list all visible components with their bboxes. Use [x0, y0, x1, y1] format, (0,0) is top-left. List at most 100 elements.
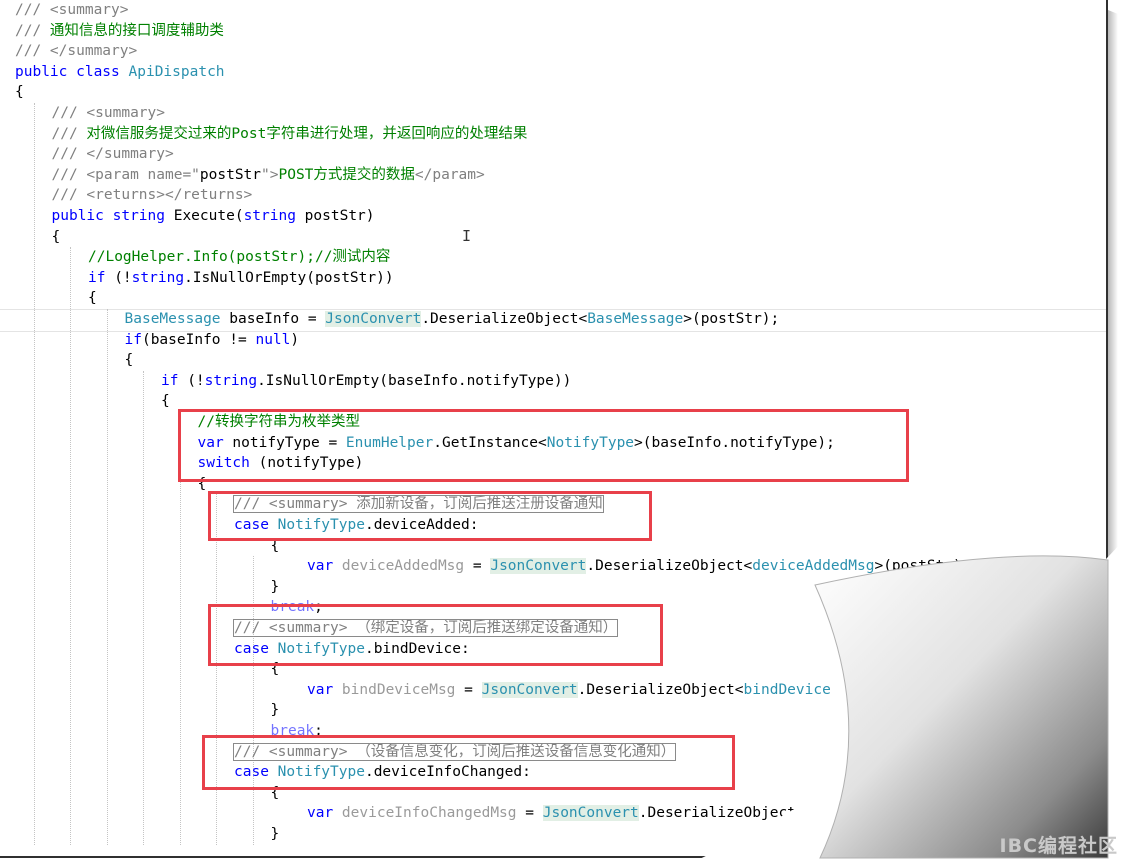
watermark: IBC编程社区	[999, 835, 1118, 857]
annotation-box-bind-device	[208, 604, 663, 666]
code-token: /// <param name="	[51, 166, 200, 183]
code-token: .DeserializeObject<	[586, 558, 753, 575]
code-token: (baseInfo !=	[141, 331, 256, 348]
code-token: }	[270, 702, 280, 719]
code-token: (!	[114, 269, 132, 286]
code-line: /// </summary>	[52, 144, 174, 165]
code-token: string	[131, 269, 185, 286]
annotation-box-device-added	[208, 491, 652, 541]
code-token: if	[88, 269, 115, 286]
code-token: .DeserializeObject<	[421, 311, 588, 327]
code-token: var	[307, 805, 342, 822]
code-token: public string	[51, 208, 174, 224]
code-token: 通知信息的接口调度辅助类	[49, 22, 224, 39]
code-line: }	[271, 577, 280, 598]
code-line: public class ApiDispatch	[15, 62, 225, 83]
code-token: .IsNullOrEmpty(postStr))	[184, 269, 394, 286]
code-line: BaseMessage baseInfo = JsonConvert.Deser…	[124, 309, 780, 330]
code-token: .IsNullOrEmpty(baseInfo.notifyType))	[257, 372, 572, 389]
code-line: var bindDeviceMsg = JsonConvert.Deserial…	[307, 680, 831, 701]
code-token: {	[51, 228, 61, 245]
indent-guide	[143, 370, 144, 845]
code-token: JsonConvert	[481, 681, 578, 698]
code-token: null	[255, 331, 291, 348]
code-token: string	[204, 372, 258, 389]
code-line: {	[161, 391, 170, 412]
code-token: deviceAddedMsg	[752, 558, 875, 575]
code-token: baseInfo =	[229, 311, 326, 327]
code-token: if	[161, 372, 188, 389]
code-line: if (!string.IsNullOrEmpty(postStr))	[88, 268, 394, 289]
code-token: JsonConvert	[325, 311, 422, 327]
code-line: /// </summary>	[15, 41, 137, 62]
code-token: Execute(	[173, 208, 244, 224]
code-token: }	[270, 578, 280, 595]
code-token: (!	[187, 372, 205, 389]
code-token: =	[464, 558, 491, 575]
code-token: JsonConvert	[490, 558, 587, 575]
code-line: if (!string.IsNullOrEmpty(baseInfo.notif…	[161, 371, 571, 392]
code-token: BaseMessage	[587, 311, 684, 327]
code-token: devi	[804, 805, 840, 822]
code-token: /// <summary>	[51, 105, 166, 121]
code-token: {	[15, 84, 24, 101]
code-token: //LogHelper.Info(postStr);//测试内容	[88, 249, 391, 266]
code-token: var	[307, 681, 342, 698]
code-line: {	[15, 82, 24, 103]
code-token: {	[124, 352, 134, 369]
code-line: /// <summary>	[15, 0, 129, 21]
code-token: .DeserializeObject<	[577, 681, 744, 698]
code-token: </param>	[414, 166, 485, 183]
code-token: .DeserializeObject<	[638, 805, 805, 822]
code-line: /// 对微信服务提交过来的Post字符串进行处理，并返回响应的处理结果	[52, 124, 528, 145]
code-token: ">	[261, 166, 279, 183]
code-token: string	[243, 208, 305, 224]
code-token: POST方式提交的数据	[278, 166, 415, 183]
code-token: {	[161, 393, 170, 410]
annotation-box-device-info-changed	[202, 735, 735, 790]
code-token: }	[270, 826, 280, 842]
code-line: //LogHelper.Info(postStr);//测试内容	[88, 247, 390, 268]
code-token: {	[88, 290, 97, 307]
code-token: JsonConvert	[542, 805, 639, 822]
code-token: >(postStr);	[683, 311, 780, 327]
code-line: }	[271, 700, 280, 721]
code-token: 对微信服务提交过来的Post字符串进行处理，并返回响应的处理结果	[86, 125, 528, 142]
code-line: /// <returns></returns>	[52, 185, 253, 206]
i-beam-cursor-icon: I	[462, 227, 472, 245]
code-token: var	[307, 558, 342, 575]
code-line: }	[271, 824, 280, 845]
code-token: =	[455, 681, 482, 698]
code-token: /// <returns></returns>	[51, 187, 253, 204]
indent-guide	[216, 494, 217, 845]
code-token: ///	[15, 22, 50, 39]
code-line: var deviceAddedMsg = JsonConvert.Deseria…	[307, 556, 971, 577]
code-token: bindDevice	[743, 681, 831, 698]
code-token: if	[124, 331, 142, 348]
indent-guide	[70, 247, 71, 845]
code-line: {	[52, 227, 61, 248]
code-token: )	[290, 331, 300, 348]
code-token: ApiDispatch	[128, 63, 225, 80]
indent-guide	[252, 556, 254, 845]
code-line: public string Execute(string postStr)	[52, 206, 375, 227]
code-token: bindDeviceMsg	[341, 681, 456, 698]
code-token: >(postStr);	[874, 558, 971, 575]
code-token: /// </summary>	[15, 43, 138, 60]
code-line: if(baseInfo != null)	[125, 330, 300, 351]
code-token: =	[516, 805, 543, 822]
code-line: {	[88, 288, 97, 309]
code-token: deviceAddedMsg	[341, 558, 465, 575]
code-line: /// <param name="postStr">POST方式提交的数据</p…	[52, 165, 485, 186]
code-line: /// <summary>	[52, 103, 166, 124]
code-token: BaseMessage	[124, 311, 230, 327]
code-line: /// 通知信息的接口调度辅助类	[15, 21, 224, 42]
code-token: postStr	[199, 166, 262, 183]
code-editor[interactable]: /// <summary>/// 通知信息的接口调度辅助类/// </summa…	[0, 0, 1108, 858]
code-token: ///	[51, 125, 87, 142]
code-token: public class	[15, 63, 129, 80]
code-token: /// </summary>	[51, 146, 174, 163]
code-token: deviceInfoChangedMsg	[341, 805, 517, 822]
indent-guide	[106, 309, 108, 845]
annotation-box-switch	[178, 409, 909, 482]
